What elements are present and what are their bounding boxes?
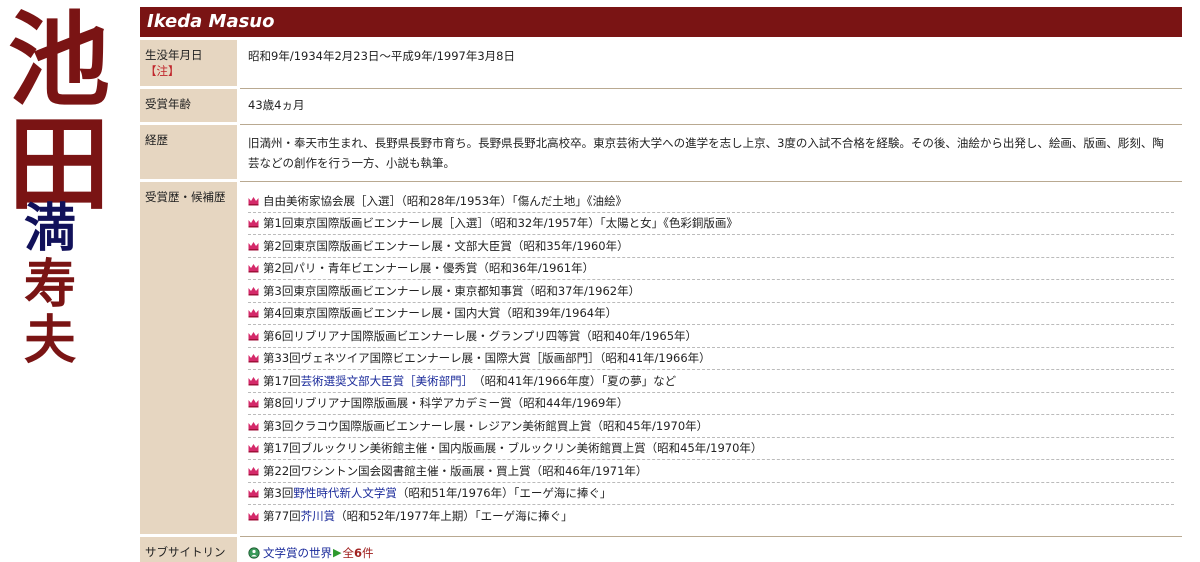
label-age: 受賞年齢: [140, 89, 240, 125]
value-awards: 自由美術家協会展［入選］（昭和28年/1953年）「傷んだ土地」《油絵》第1回東…: [240, 182, 1182, 537]
row-awards: 受賞歴・候補歴 自由美術家協会展［入選］（昭和28年/1953年）「傷んだ土地」…: [140, 182, 1182, 537]
crown-icon: [248, 354, 259, 363]
award-text: 第2回東京国際版画ビエンナーレ展・文部大臣賞（昭和35年/1960年）: [263, 238, 629, 253]
award-text: 第3回東京国際版画ビエンナーレ展・東京都知事賞（昭和37年/1962年）: [263, 283, 641, 298]
row-age: 受賞年齢 43歳4ヵ月: [140, 89, 1182, 125]
label-awards: 受賞歴・候補歴: [140, 182, 240, 537]
value-career: 旧満州・奉天市生まれ、長野県長野市育ち。長野県長野北高校卒。東京芸術大学への進学…: [240, 125, 1182, 182]
award-text: 第3回クラコウ国際版画ビエンナーレ展・レジアン美術館買上賞（昭和45年/1970…: [263, 418, 709, 433]
label-sublinks: サブサイトリンク: [140, 536, 240, 562]
value-birth: 昭和9年/1934年2月23日〜平成9年/1997年3月8日: [240, 40, 1182, 89]
award-text: （昭和52年/1977年上期）「エーゲ海に捧ぐ」: [335, 509, 573, 524]
award-text: 第6回リブリアナ国際版画ビエンナーレ展・グランプリ四等賞（昭和40年/1965年…: [263, 328, 698, 343]
award-text: 第33回ヴェネツイア国際ビエンナーレ展・国際大賞［版画部門］（昭和41年/196…: [263, 351, 711, 366]
award-item: 第77回 芥川賞 （昭和52年/1977年上期）「エーゲ海に捧ぐ」: [248, 505, 1174, 528]
crown-icon: [248, 264, 259, 273]
crown-icon: [248, 512, 259, 521]
note-link[interactable]: 【注】: [145, 64, 180, 78]
award-item: 第3回 野性時代新人文学賞 （昭和51年/1976年）「エーゲ海に捧ぐ」: [248, 482, 1174, 505]
globe-icon: [248, 546, 260, 559]
crown-icon: [248, 489, 259, 498]
label-birth: 生没年月日【注】: [140, 40, 240, 89]
awards-list: 自由美術家協会展［入選］（昭和28年/1953年）「傷んだ土地」《油絵》第1回東…: [248, 190, 1174, 528]
row-career: 経歴 旧満州・奉天市生まれ、長野県長野市育ち。長野県長野北高校卒。東京芸術大学へ…: [140, 125, 1182, 182]
award-text: 第1回東京国際版画ビエンナーレ展［入選］（昭和32年/1957年）「太陽と女」《…: [263, 216, 738, 231]
award-text: 自由美術家協会展［入選］（昭和28年/1953年）「傷んだ土地」《油絵》: [263, 193, 628, 208]
label-career: 経歴: [140, 125, 240, 182]
name-char-5: 夫: [24, 310, 77, 371]
award-text: （昭和51年/1976年）「エーゲ海に捧ぐ」: [396, 486, 612, 501]
page-title: Ikeda Masuo: [140, 7, 1182, 37]
vertical-name: 池 田 満 寿 夫: [6, 6, 130, 562]
crown-icon: [248, 309, 259, 318]
value-age: 43歳4ヵ月: [240, 89, 1182, 125]
award-item: 自由美術家協会展［入選］（昭和28年/1953年）「傷んだ土地」《油絵》: [248, 190, 1174, 213]
crown-icon: [248, 241, 259, 251]
award-text: 第8回リブリアナ国際版画展・科学アカデミー賞（昭和44年/1969年）: [263, 396, 629, 411]
award-prefix: 第3回: [263, 486, 294, 501]
award-item: 第17回 芸術選奨文部大臣賞［美術部門］ （昭和41年/1966年度）「夏の夢」など: [248, 370, 1174, 393]
sublink-entry: 文学賞の世界 ▶ 全6件: [248, 545, 1174, 561]
row-birth: 生没年月日【注】 昭和9年/1934年2月23日〜平成9年/1997年3月8日: [140, 40, 1182, 89]
crown-icon: [248, 286, 259, 296]
crown-icon: [248, 399, 259, 408]
award-item: 第8回リブリアナ国際版画展・科学アカデミー賞（昭和44年/1969年）: [248, 393, 1174, 415]
award-prefix: 第77回: [263, 509, 301, 524]
crown-icon: [248, 219, 259, 228]
crown-icon: [248, 444, 259, 453]
name-char-4: 寿: [24, 254, 77, 315]
award-item: 第6回リブリアナ国際版画ビエンナーレ展・グランプリ四等賞（昭和40年/1965年…: [248, 325, 1174, 348]
award-item: 第4回東京国際版画ビエンナーレ展・国内大賞（昭和39年/1964年）: [248, 303, 1174, 325]
name-char-3: 満: [24, 198, 77, 259]
value-sublinks: 文学賞の世界 ▶ 全6件: [240, 536, 1182, 562]
award-link[interactable]: 芥川賞: [301, 505, 336, 527]
award-link[interactable]: 芸術選奨文部大臣賞［美術部門］: [301, 370, 474, 392]
info-table: 生没年月日【注】 昭和9年/1934年2月23日〜平成9年/1997年3月8日 …: [140, 40, 1182, 562]
name-char-1: 池: [8, 1, 110, 121]
award-item: 第22回ワシントン国会図書館主催・版画展・買上賞（昭和46年/1971年）: [248, 460, 1174, 483]
crown-icon: [248, 196, 259, 206]
award-prefix: 第17回: [263, 373, 301, 388]
crown-icon: [248, 331, 259, 341]
award-item: 第1回東京国際版画ビエンナーレ展［入選］（昭和32年/1957年）「太陽と女」《…: [248, 213, 1174, 235]
award-item: 第17回ブルックリン美術館主催・国内版画展・ブルックリン美術館買上賞（昭和45年…: [248, 438, 1174, 460]
sublink-count[interactable]: 全6件: [342, 545, 373, 561]
crown-icon: [248, 376, 259, 386]
award-item: 第33回ヴェネツイア国際ビエンナーレ展・国際大賞［版画部門］（昭和41年/196…: [248, 348, 1174, 370]
award-text: 第4回東京国際版画ビエンナーレ展・国内大賞（昭和39年/1964年）: [263, 306, 618, 321]
play-arrow-icon: ▶: [333, 546, 342, 559]
award-text: 第22回ワシントン国会図書館主催・版画展・買上賞（昭和46年/1971年）: [263, 463, 648, 478]
award-text: 第17回ブルックリン美術館主催・国内版画展・ブルックリン美術館買上賞（昭和45年…: [263, 441, 763, 456]
sublink-literary-world[interactable]: 文学賞の世界: [263, 545, 332, 561]
award-item: 第3回クラコウ国際版画ビエンナーレ展・レジアン美術館買上賞（昭和45年/1970…: [248, 415, 1174, 438]
row-sublinks: サブサイトリンク 文学賞の世界 ▶ 全6件: [140, 536, 1182, 562]
crown-icon: [248, 421, 259, 431]
crown-icon: [248, 466, 259, 476]
award-item: 第2回パリ・青年ビエンナーレ展・優秀賞（昭和36年/1961年）: [248, 258, 1174, 280]
award-text: 第2回パリ・青年ビエンナーレ展・優秀賞（昭和36年/1961年）: [263, 261, 595, 276]
award-link[interactable]: 野性時代新人文学賞: [293, 482, 397, 504]
award-text: （昭和41年/1966年度）「夏の夢」など: [473, 373, 677, 388]
award-item: 第3回東京国際版画ビエンナーレ展・東京都知事賞（昭和37年/1962年）: [248, 280, 1174, 303]
award-item: 第2回東京国際版画ビエンナーレ展・文部大臣賞（昭和35年/1960年）: [248, 235, 1174, 258]
